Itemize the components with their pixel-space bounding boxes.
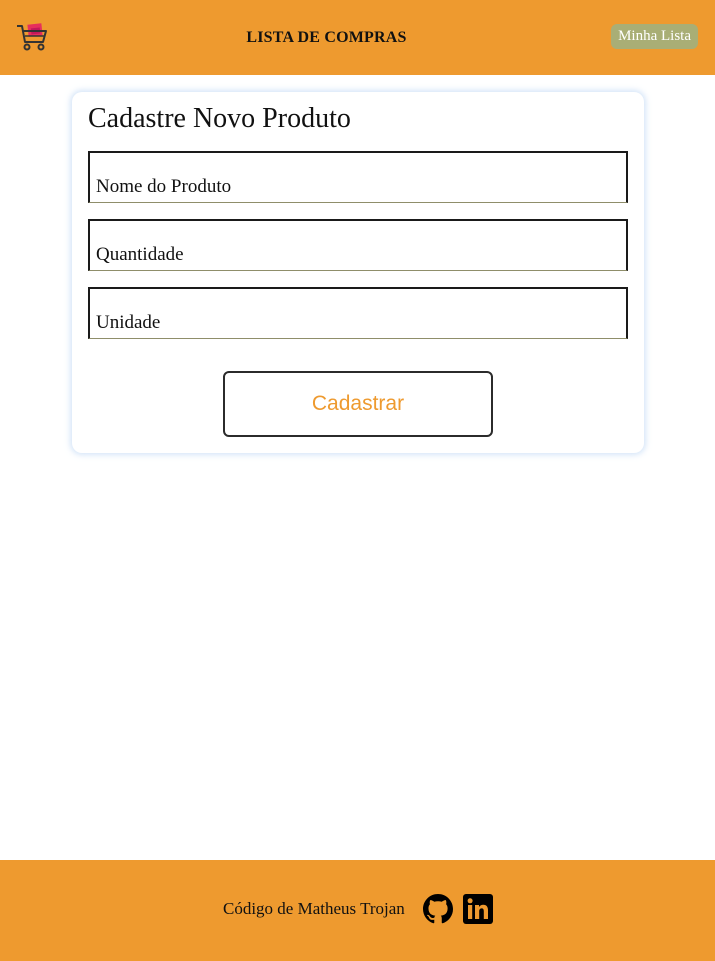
unit-input[interactable]	[88, 287, 628, 339]
form-title: Cadastre Novo Produto	[88, 103, 351, 134]
product-name-input[interactable]	[88, 151, 628, 203]
github-icon[interactable]	[423, 894, 453, 924]
linkedin-icon[interactable]	[463, 894, 493, 924]
footer-bar: Código de Matheus Trojan	[0, 860, 715, 961]
my-list-button[interactable]: Minha Lista	[611, 24, 698, 49]
product-form-card: Cadastre Novo Produto Cadastrar	[72, 92, 644, 453]
app-title: LISTA DE COMPRAS	[246, 29, 407, 46]
header-bar: LISTA DE COMPRAS Minha Lista	[0, 0, 715, 75]
footer-credit: Código de Matheus Trojan	[223, 899, 405, 918]
quantity-input[interactable]	[88, 219, 628, 271]
submit-button[interactable]: Cadastrar	[223, 371, 493, 437]
